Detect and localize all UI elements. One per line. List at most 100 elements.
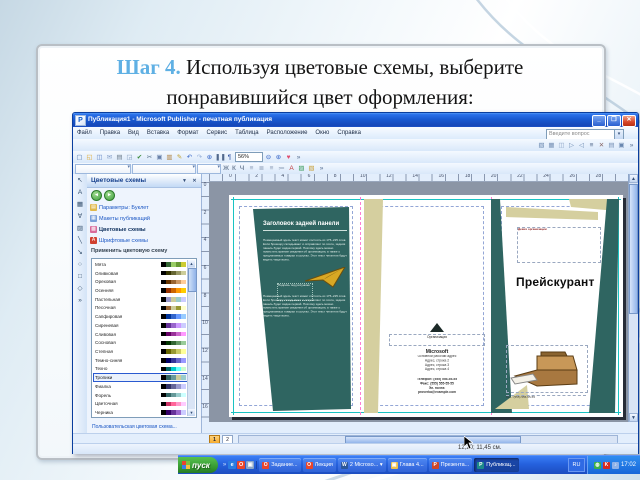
scroll-up-icon[interactable]: ▲ [629,174,638,183]
font-size-combobox[interactable] [197,163,221,174]
tray-icon[interactable]: ◍ [593,461,601,469]
taskbar-button[interactable]: W 2 Microso... ▾ [337,458,386,472]
color-scheme-row[interactable]: Ореховая [93,277,188,286]
toolbar-icon[interactable]: » [294,153,303,162]
horizontal-ruler[interactable]: 0 2 4 6 8 10 12 14 16 18 20 22 24 26 28 [209,174,629,182]
toolbar-icon[interactable]: ▣ [155,153,164,162]
scheme-list-scrollbar[interactable]: ▲ ▼ [187,260,197,416]
toolbar-icon[interactable]: ▤ [607,141,616,150]
taskpane-link[interactable]: ▤ Параметры: Буклет [90,202,198,213]
toolbar-icon[interactable]: ✔ [135,153,144,162]
scroll-down-icon[interactable]: ▼ [629,413,638,422]
style-combobox[interactable] [75,163,131,174]
color-scheme-row[interactable]: Песочная [93,304,188,313]
color-scheme-row[interactable]: Оливковая [93,269,188,278]
color-scheme-row[interactable]: Сапфировая [93,312,188,321]
color-scheme-row[interactable]: Сиреневая [93,321,188,330]
scrollbar-thumb[interactable] [188,268,197,292]
address-block[interactable]: Основной рабочий адрес Адрес, строка 2 Адр… [389,355,485,377]
color-scheme-row[interactable]: Пастельная [93,295,188,304]
object-tool-icon[interactable]: ▦ [75,200,86,210]
taskbar-button[interactable]: P Публикац... [474,458,519,472]
color-scheme-row[interactable]: Черника [93,408,188,416]
toolbar-icon[interactable]: ❚❚ [215,153,226,162]
toolbar-icon[interactable]: ◲ [125,153,134,162]
printer-image-box[interactable] [506,345,588,393]
minimize-button[interactable]: _ [592,115,606,127]
color-scheme-row[interactable]: Цветочная [93,400,188,409]
chevron-down-icon[interactable]: ▾ [614,129,623,139]
menu-item[interactable]: Правка [96,130,124,136]
menu-item[interactable]: Вид [124,130,143,136]
toolbar-icon[interactable]: ◱ [85,153,94,162]
front-tel-box[interactable]: Тел.: (555) 555-55-55 [506,395,586,408]
brochure-page[interactable]: Заголовок задней панели Помещаемый здесь… [229,195,623,417]
scroll-down-icon[interactable]: ▼ [188,409,195,416]
toolbar-icon[interactable]: ↷ [195,153,204,162]
toolbar-icon[interactable]: ◫ [95,153,104,162]
toolbar-icon[interactable]: ▢ [75,153,84,162]
back-panel-title[interactable]: Заголовок задней панели [263,221,347,231]
front-panel-title[interactable]: Прейскурант [516,275,612,289]
toolbar-icon[interactable]: ✕ [597,141,606,150]
back-button[interactable]: ◄ [91,190,102,201]
toolbar-icon[interactable]: ≡ [267,164,276,173]
maximize-button[interactable]: ❐ [607,115,621,127]
toolbar-icon[interactable]: ♥ [284,153,293,162]
zoom-input[interactable]: 56% [235,152,263,162]
tray-icon[interactable]: ♪ [611,461,619,469]
taskpane-header[interactable]: Цветовые схемы ▼ ✕ [87,174,201,188]
menu-item[interactable]: Справка [333,130,365,136]
publication-canvas[interactable]: Заголовок задней панели Помещаемый здесь… [209,182,629,422]
paper-airplane-image[interactable] [305,267,347,289]
object-tool-icon[interactable]: A [75,188,86,198]
font-style-button[interactable]: Ж [222,165,230,172]
phone-block[interactable]: Телефон: (555) 555-55-55 Факс: (555) 555-… [389,378,485,396]
overflow-chevron-icon[interactable]: » [222,462,227,468]
taskpane-link[interactable]: А Шрифтовые схемы [90,235,198,246]
menu-item[interactable]: Формат [173,130,202,136]
taskbar-button[interactable]: O Лекция [302,458,336,472]
taskbar-button[interactable]: P Презента... [428,458,473,472]
toolbar-icon[interactable]: ▨ [297,164,306,173]
object-tool-icon[interactable]: □ [75,272,86,282]
toolbar-icon[interactable]: ▦ [547,141,556,150]
taskpane-link[interactable]: ▩ Цветовые схемы [90,224,198,235]
scroll-up-icon[interactable]: ▲ [188,260,195,267]
object-tool-icon[interactable]: » [75,296,86,306]
object-tool-icon[interactable]: ◇ [75,284,86,294]
toolbar-icon[interactable]: ≔ [277,164,286,173]
object-tool-icon[interactable]: ↘ [75,248,86,258]
toolbar-icon[interactable]: ✂ [145,153,154,162]
taskpane-link[interactable]: ▦ Макеты публикаций [90,213,198,224]
start-button[interactable]: пуск [178,457,218,473]
organization-block[interactable]: Организация Microsoft Основной рабочий а… [389,323,485,396]
font-style-button[interactable]: Ч [238,165,246,172]
toolbar-icon[interactable]: ⊖ [264,153,273,162]
toolbar-icon[interactable]: ✉ [105,153,114,162]
close-icon[interactable]: ✕ [190,177,199,185]
toolbar-icon[interactable]: ≡ [587,141,596,150]
toolbar-icon[interactable]: ▧ [307,164,316,173]
toolbar-icon[interactable]: ◁ [577,141,586,150]
menu-item[interactable]: Таблица [231,130,263,136]
language-indicator[interactable]: RU [567,458,585,472]
window-titlebar[interactable]: P Публикация1 - Microsoft Publisher - пе… [73,113,638,127]
toolbar-icon[interactable]: ▤ [115,153,124,162]
toolbar-icon[interactable]: ▣ [617,141,626,150]
motto-box[interactable]: Девиз организации [517,227,601,263]
vertical-scrollbar[interactable]: ▲ ▼ [628,174,638,422]
font-combobox[interactable] [132,163,196,174]
organization-name-box[interactable]: Организация [389,334,485,346]
toolbar-icon[interactable]: ≣ [257,164,266,173]
ask-question-box[interactable]: Введите вопрос ▾ [546,128,624,140]
color-scheme-row[interactable]: Фиалка [93,382,188,391]
color-scheme-row[interactable]: Степная [93,347,188,356]
object-tool-icon[interactable]: ○ [75,260,86,270]
taskbar-button[interactable]: ▣ Глава 4... [387,458,427,472]
menu-item[interactable]: Вставка [143,130,173,136]
color-scheme-row[interactable]: Мята [93,260,188,269]
object-tool-icon[interactable]: ╲ [75,236,86,246]
toolbar-icon[interactable]: ▥ [165,153,174,162]
toolbar-icon[interactable]: ⊕ [205,153,214,162]
